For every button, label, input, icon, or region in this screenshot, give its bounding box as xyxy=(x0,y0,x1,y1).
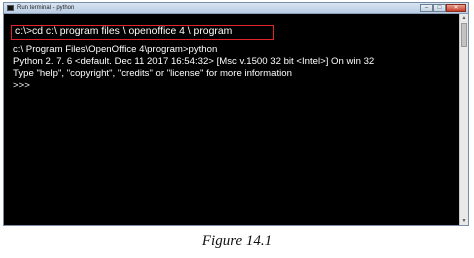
scroll-down-icon[interactable]: ▼ xyxy=(460,217,468,225)
maximize-button[interactable]: □ xyxy=(433,4,446,12)
window-controls: – □ ✕ xyxy=(420,4,466,12)
scroll-up-icon[interactable]: ▲ xyxy=(460,14,468,22)
minimize-button[interactable]: – xyxy=(420,4,433,12)
console-output[interactable]: c:\>cd c:\ program files \ openoffice 4 … xyxy=(4,14,459,225)
highlighted-command: c:\>cd c:\ program files \ openoffice 4 … xyxy=(11,25,274,40)
terminal-icon xyxy=(7,5,14,11)
close-button[interactable]: ✕ xyxy=(446,4,466,12)
console-line: Python 2. 7. 6 <default. Dec 11 2017 16:… xyxy=(13,56,375,67)
figure-caption: Figure 14.1 xyxy=(201,233,273,249)
console-prompt[interactable]: >>> xyxy=(13,80,30,92)
window-title: Run terminal - python xyxy=(17,5,75,11)
scroll-thumb[interactable] xyxy=(461,23,467,47)
title-bar[interactable]: Run terminal - python – □ ✕ xyxy=(4,3,468,14)
console-line: Type "help", "copyright", "credits" or "… xyxy=(13,68,292,79)
vertical-scrollbar[interactable]: ▲ ▼ xyxy=(459,14,468,225)
console-line: c:\ Program Files\OpenOffice 4\program>p… xyxy=(13,44,218,55)
command-line: c:\>cd c:\ program files \ openoffice 4 … xyxy=(15,26,233,37)
terminal-window: Run terminal - python – □ ✕ c:\>cd c:\ p… xyxy=(3,2,469,226)
